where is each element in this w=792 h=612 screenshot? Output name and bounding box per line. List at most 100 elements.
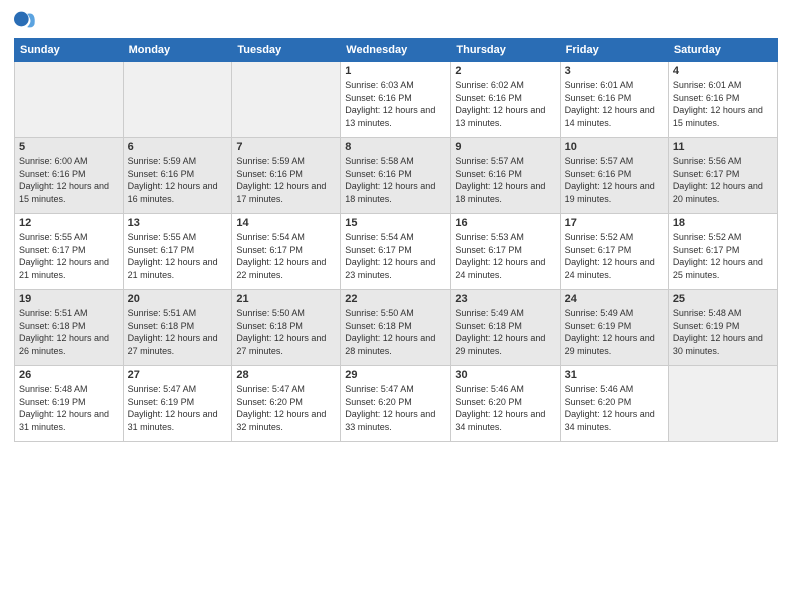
calendar-cell: 2 Sunrise: 6:02 AM Sunset: 6:16 PM Daylig… (451, 62, 560, 138)
day-info: Sunrise: 5:47 AM Sunset: 6:20 PM Dayligh… (236, 383, 336, 433)
calendar-cell: 1 Sunrise: 6:03 AM Sunset: 6:16 PM Daylig… (341, 62, 451, 138)
calendar-cell: 3 Sunrise: 6:01 AM Sunset: 6:16 PM Daylig… (560, 62, 668, 138)
calendar-cell: 13 Sunrise: 5:55 AM Sunset: 6:17 PM Dayli… (123, 214, 232, 290)
day-number: 6 (128, 141, 228, 153)
day-info: Sunrise: 5:52 AM Sunset: 6:17 PM Dayligh… (565, 231, 664, 281)
week-row-2: 5 Sunrise: 6:00 AM Sunset: 6:16 PM Daylig… (15, 138, 778, 214)
week-row-1: 1 Sunrise: 6:03 AM Sunset: 6:16 PM Daylig… (15, 62, 778, 138)
day-number: 5 (19, 141, 119, 153)
day-info: Sunrise: 5:56 AM Sunset: 6:17 PM Dayligh… (673, 155, 773, 205)
day-number: 27 (128, 369, 228, 381)
weekday-header-friday: Friday (560, 39, 668, 62)
day-info: Sunrise: 5:57 AM Sunset: 6:16 PM Dayligh… (455, 155, 555, 205)
day-number: 14 (236, 217, 336, 229)
logo (14, 10, 40, 32)
weekday-header-row: SundayMondayTuesdayWednesdayThursdayFrid… (15, 39, 778, 62)
calendar-cell: 30 Sunrise: 5:46 AM Sunset: 6:20 PM Dayli… (451, 366, 560, 442)
day-info: Sunrise: 5:55 AM Sunset: 6:17 PM Dayligh… (19, 231, 119, 281)
calendar-cell: 26 Sunrise: 5:48 AM Sunset: 6:19 PM Dayli… (15, 366, 124, 442)
day-number: 8 (345, 141, 446, 153)
day-number: 20 (128, 293, 228, 305)
day-number: 1 (345, 65, 446, 77)
day-number: 28 (236, 369, 336, 381)
day-info: Sunrise: 6:00 AM Sunset: 6:16 PM Dayligh… (19, 155, 119, 205)
day-number: 22 (345, 293, 446, 305)
day-number: 10 (565, 141, 664, 153)
weekday-header-sunday: Sunday (15, 39, 124, 62)
calendar-cell (232, 62, 341, 138)
weekday-header-tuesday: Tuesday (232, 39, 341, 62)
week-row-5: 26 Sunrise: 5:48 AM Sunset: 6:19 PM Dayli… (15, 366, 778, 442)
day-info: Sunrise: 5:50 AM Sunset: 6:18 PM Dayligh… (345, 307, 446, 357)
day-info: Sunrise: 6:01 AM Sunset: 6:16 PM Dayligh… (673, 79, 773, 129)
calendar-cell: 16 Sunrise: 5:53 AM Sunset: 6:17 PM Dayli… (451, 214, 560, 290)
calendar-cell: 6Sunrise: 5:59 AM Sunset: 6:16 PM Daylig… (123, 138, 232, 214)
day-number: 31 (565, 369, 664, 381)
day-info: Sunrise: 6:01 AM Sunset: 6:16 PM Dayligh… (565, 79, 664, 129)
day-info: Sunrise: 5:47 AM Sunset: 6:19 PM Dayligh… (128, 383, 228, 433)
day-number: 25 (673, 293, 773, 305)
day-number: 24 (565, 293, 664, 305)
weekday-header-monday: Monday (123, 39, 232, 62)
calendar-cell: 25Sunrise: 5:48 AM Sunset: 6:19 PM Dayli… (668, 290, 777, 366)
day-info: Sunrise: 5:53 AM Sunset: 6:17 PM Dayligh… (455, 231, 555, 281)
day-number: 4 (673, 65, 773, 77)
weekday-header-saturday: Saturday (668, 39, 777, 62)
day-number: 9 (455, 141, 555, 153)
day-number: 3 (565, 65, 664, 77)
day-info: Sunrise: 5:46 AM Sunset: 6:20 PM Dayligh… (565, 383, 664, 433)
calendar-cell (668, 366, 777, 442)
calendar-cell (15, 62, 124, 138)
day-info: Sunrise: 6:03 AM Sunset: 6:16 PM Dayligh… (345, 79, 446, 129)
weekday-header-wednesday: Wednesday (341, 39, 451, 62)
day-number: 18 (673, 217, 773, 229)
week-row-4: 19 Sunrise: 5:51 AM Sunset: 6:18 PM Dayli… (15, 290, 778, 366)
day-info: Sunrise: 5:47 AM Sunset: 6:20 PM Dayligh… (345, 383, 446, 433)
day-number: 17 (565, 217, 664, 229)
calendar-cell: 5 Sunrise: 6:00 AM Sunset: 6:16 PM Daylig… (15, 138, 124, 214)
day-info: Sunrise: 5:51 AM Sunset: 6:18 PM Dayligh… (19, 307, 119, 357)
calendar-cell: 29 Sunrise: 5:47 AM Sunset: 6:20 PM Dayli… (341, 366, 451, 442)
weekday-header-thursday: Thursday (451, 39, 560, 62)
day-info: Sunrise: 5:54 AM Sunset: 6:17 PM Dayligh… (345, 231, 446, 281)
calendar-cell: 18 Sunrise: 5:52 AM Sunset: 6:17 PM Dayli… (668, 214, 777, 290)
day-number: 2 (455, 65, 555, 77)
day-info: Sunrise: 5:49 AM Sunset: 6:18 PM Dayligh… (455, 307, 555, 357)
calendar-cell: 19 Sunrise: 5:51 AM Sunset: 6:18 PM Dayli… (15, 290, 124, 366)
calendar-cell: 11 Sunrise: 5:56 AM Sunset: 6:17 PM Dayli… (668, 138, 777, 214)
day-info: Sunrise: 5:59 AM Sunset: 6:16 PM Dayligh… (236, 155, 336, 205)
day-info: Sunrise: 5:51 AM Sunset: 6:18 PM Dayligh… (128, 307, 228, 357)
day-number: 19 (19, 293, 119, 305)
day-number: 12 (19, 217, 119, 229)
day-number: 15 (345, 217, 446, 229)
calendar-cell (123, 62, 232, 138)
day-number: 29 (345, 369, 446, 381)
day-info: Sunrise: 5:55 AM Sunset: 6:17 PM Dayligh… (128, 231, 228, 281)
day-info: Sunrise: 5:46 AM Sunset: 6:20 PM Dayligh… (455, 383, 555, 433)
calendar-cell: 17 Sunrise: 5:52 AM Sunset: 6:17 PM Dayli… (560, 214, 668, 290)
day-number: 16 (455, 217, 555, 229)
calendar-cell: 27 Sunrise: 5:47 AM Sunset: 6:19 PM Dayli… (123, 366, 232, 442)
header (14, 10, 778, 32)
calendar-cell: 7 Sunrise: 5:59 AM Sunset: 6:16 PM Daylig… (232, 138, 341, 214)
day-info: Sunrise: 5:52 AM Sunset: 6:17 PM Dayligh… (673, 231, 773, 281)
day-info: Sunrise: 5:48 AM Sunset: 6:19 PM Dayligh… (19, 383, 119, 433)
day-info: Sunrise: 5:58 AM Sunset: 6:16 PM Dayligh… (345, 155, 446, 205)
day-info: Sunrise: 5:57 AM Sunset: 6:16 PM Dayligh… (565, 155, 664, 205)
day-number: 13 (128, 217, 228, 229)
calendar-cell: 28 Sunrise: 5:47 AM Sunset: 6:20 PM Dayli… (232, 366, 341, 442)
calendar-table: SundayMondayTuesdayWednesdayThursdayFrid… (14, 38, 778, 442)
calendar-cell: 20 Sunrise: 5:51 AM Sunset: 6:18 PM Dayli… (123, 290, 232, 366)
day-number: 11 (673, 141, 773, 153)
day-info: Sunrise: 5:54 AM Sunset: 6:17 PM Dayligh… (236, 231, 336, 281)
day-number: 23 (455, 293, 555, 305)
day-number: 30 (455, 369, 555, 381)
calendar-cell: 31 Sunrise: 5:46 AM Sunset: 6:20 PM Dayli… (560, 366, 668, 442)
day-number: 26 (19, 369, 119, 381)
logo-icon (14, 8, 36, 30)
week-row-3: 12 Sunrise: 5:55 AM Sunset: 6:17 PM Dayli… (15, 214, 778, 290)
calendar-cell: 23 Sunrise: 5:49 AM Sunset: 6:18 PM Dayli… (451, 290, 560, 366)
page: SundayMondayTuesdayWednesdayThursdayFrid… (0, 0, 792, 612)
day-info: Sunrise: 6:02 AM Sunset: 6:16 PM Dayligh… (455, 79, 555, 129)
day-number: 7 (236, 141, 336, 153)
